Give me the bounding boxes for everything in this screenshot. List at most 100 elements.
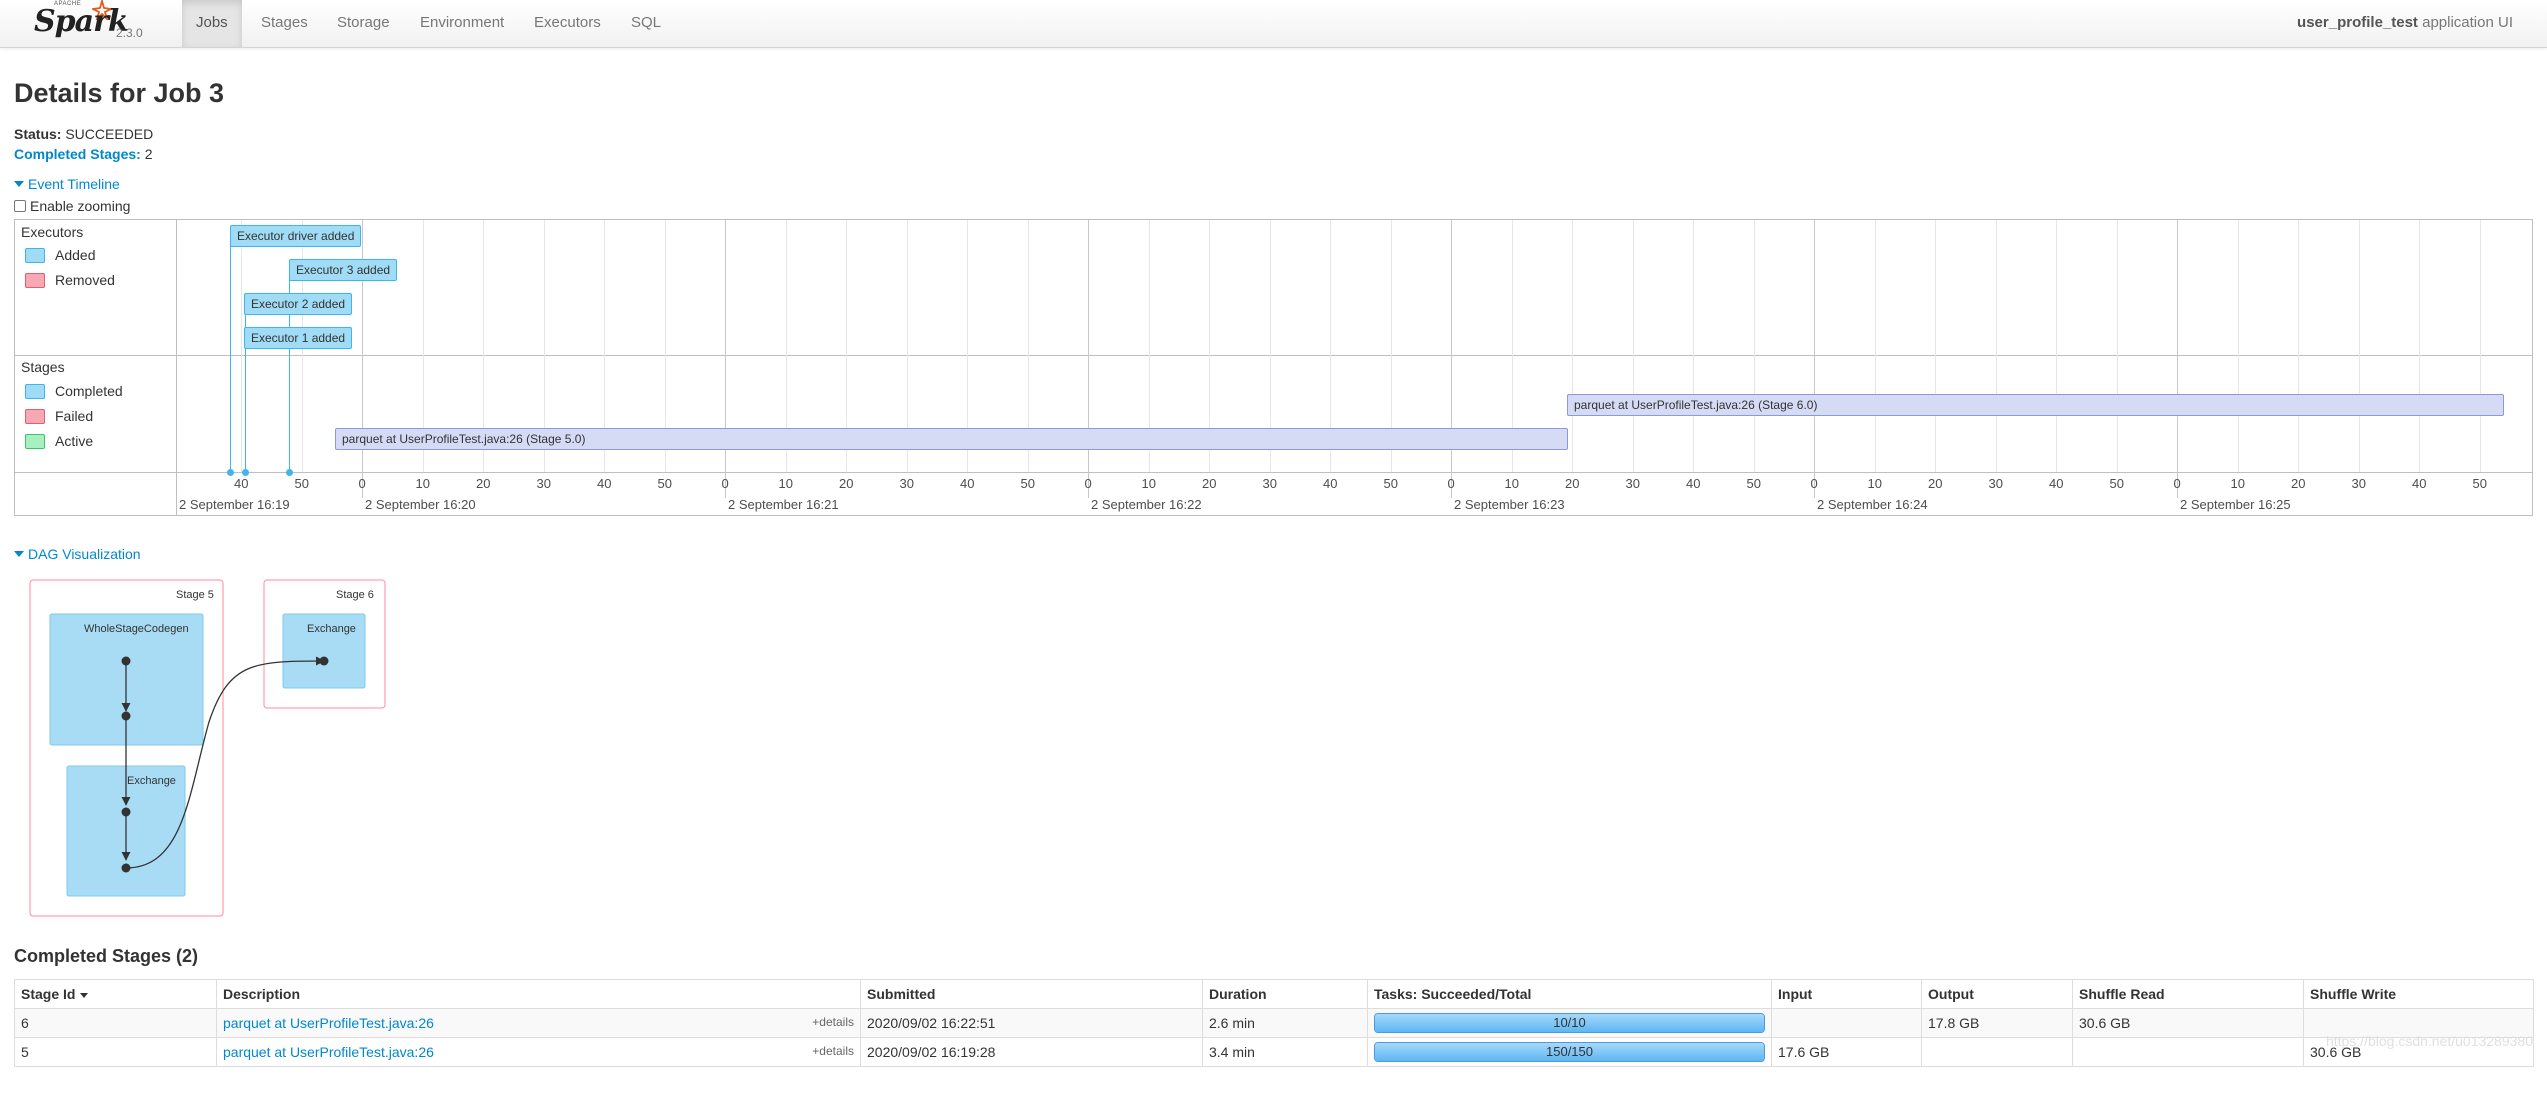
legend-label-active: Active <box>55 433 94 449</box>
page-title: Details for Job 3 <box>14 78 225 108</box>
input-cell: 17.6 GB <box>1771 1037 1922 1067</box>
spark-version: 2.3.0 <box>116 26 143 40</box>
tab-sql[interactable]: SQL <box>617 0 675 47</box>
tab-environment[interactable]: Environment <box>406 0 518 47</box>
timeline-minute-label: 2 September 16:19 <box>179 497 290 512</box>
dag-rdd-dot[interactable] <box>121 807 131 817</box>
executor-2-added-event[interactable]: Executor 2 added <box>244 293 353 315</box>
column-header-tasks[interactable]: Tasks: Succeeded/Total <box>1367 979 1772 1009</box>
timeline-second-label: 10 <box>415 476 430 491</box>
legend-swatch-failed <box>25 408 45 424</box>
timeline-second-label: 20 <box>1565 476 1580 491</box>
legend-swatch-removed <box>25 272 45 288</box>
timeline-second-label: 40 <box>2412 476 2427 491</box>
timeline-second-label: 20 <box>1928 476 1943 491</box>
timeline-second-label: 10 <box>2230 476 2245 491</box>
timeline-second-label: 50 <box>1746 476 1761 491</box>
tab-stages[interactable]: Stages <box>247 0 322 47</box>
executor-driver-added-event[interactable]: Executor driver added <box>230 225 362 247</box>
tab-storage[interactable]: Storage <box>323 0 404 47</box>
timeline-second-label: 0 <box>2173 476 2181 491</box>
executor-1-added-event[interactable]: Executor 1 added <box>244 327 353 349</box>
column-header-shuffle-write[interactable]: Shuffle Write <box>2303 979 2534 1009</box>
legend-stage-failed: Failed <box>25 408 93 425</box>
column-header-output[interactable]: Output <box>1921 979 2073 1009</box>
timeline-minute-label: 2 September 16:21 <box>728 497 839 512</box>
submitted-cell: 2020/09/02 16:22:51 <box>860 1008 1203 1038</box>
dag-rdd-dot[interactable] <box>121 711 131 721</box>
timeline-major-gridline <box>1451 220 1452 498</box>
timeline-minor-gridline <box>2358 220 2360 472</box>
column-header-submitted[interactable]: Submitted <box>860 979 1203 1009</box>
dag-rdd-dot[interactable] <box>121 656 131 666</box>
timeline-second-label: 30 <box>1625 476 1640 491</box>
tab-jobs[interactable]: Jobs <box>182 0 242 47</box>
timeline-minute-label: 2 September 16:23 <box>1454 497 1565 512</box>
timeline-second-label: 40 <box>1323 476 1338 491</box>
timeline-second-label: 0 <box>1084 476 1092 491</box>
event-dot <box>242 469 249 476</box>
legend-label-completed: Completed <box>55 383 123 399</box>
event-dot <box>286 469 293 476</box>
column-header-input[interactable]: Input <box>1771 979 1922 1009</box>
timeline-minute-label: 2 September 16:25 <box>2180 497 2291 512</box>
submitted-cell: 2020/09/02 16:19:28 <box>860 1037 1203 1067</box>
dag-rdd-dot[interactable] <box>319 656 329 666</box>
timeline-second-label: 10 <box>1504 476 1519 491</box>
timeline-minute-label: 2 September 16:24 <box>1817 497 1928 512</box>
exchange-stage-6-label: Exchange <box>307 623 356 635</box>
details-toggle[interactable]: +details <box>812 1015 854 1029</box>
column-header-duration[interactable]: Duration <box>1202 979 1368 1009</box>
event-timeline-toggle[interactable]: Event Timeline <box>14 176 120 192</box>
stage-id-cell: 6 <box>14 1008 217 1038</box>
stage-6-bar[interactable]: parquet at UserProfileTest.java:26 (Stag… <box>1567 394 2504 416</box>
timeline-second-label: 0 <box>358 476 366 491</box>
tasks-progress-bar: 10/10 <box>1374 1013 1765 1033</box>
caret-down-icon <box>14 181 24 188</box>
timeline-second-label: 40 <box>597 476 612 491</box>
dag-visualization: Stage 5 Stage 6 WholeStageCodegen Exchan… <box>14 572 414 922</box>
timeline-minor-gridline <box>1995 220 1997 472</box>
stage-description-link[interactable]: parquet at UserProfileTest.java:26 <box>223 1015 434 1031</box>
timeline-minor-gridline <box>1632 220 1634 472</box>
timeline-minor-gridline <box>1935 220 1936 472</box>
stage-5-bar[interactable]: parquet at UserProfileTest.java:26 (Stag… <box>335 428 1568 450</box>
dag-visualization-toggle[interactable]: DAG Visualization <box>14 546 141 562</box>
details-toggle[interactable]: +details <box>812 1044 854 1058</box>
job-status: Status: SUCCEEDED <box>14 126 153 142</box>
completed-stages-summary: Completed Stages: 2 <box>14 146 153 162</box>
checkbox-icon[interactable] <box>14 200 26 213</box>
output-cell <box>1921 1037 2073 1067</box>
tasks-cell: 150/150 <box>1367 1037 1772 1067</box>
legend-swatch-completed <box>25 383 45 399</box>
timeline-minor-gridline <box>2298 220 2299 472</box>
timeline-minor-gridline <box>241 220 242 472</box>
timeline-second-label: 20 <box>839 476 854 491</box>
duration-cell: 2.6 min <box>1202 1008 1368 1038</box>
legend-executor-added: Added <box>25 247 95 264</box>
event-timeline[interactable]: 2 September 16:19 2 September 16:20 2 Sept… <box>14 219 2533 516</box>
timeline-minor-gridline <box>2237 220 2239 472</box>
completed-stages-link[interactable]: Completed Stages: <box>14 146 141 162</box>
status-label: Status: <box>14 126 62 142</box>
timeline-second-label: 10 <box>1141 476 1156 491</box>
timeline-minor-gridline <box>1693 220 1694 472</box>
dag-rdd-dot[interactable] <box>121 863 131 873</box>
timeline-second-label: 0 <box>1810 476 1818 491</box>
executor-3-added-event[interactable]: Executor 3 added <box>289 259 398 281</box>
column-header-stage-id[interactable]: Stage Id <box>14 979 217 1009</box>
column-header-description[interactable]: Description <box>216 979 861 1009</box>
application-title: user_profile_test application UI <box>2297 0 2513 46</box>
column-header-shuffle-read[interactable]: Shuffle Read <box>2072 979 2304 1009</box>
app-suffix: application UI <box>2422 14 2513 31</box>
timeline-second-label: 20 <box>2291 476 2306 491</box>
timeline-second-label: 0 <box>1447 476 1455 491</box>
tab-executors[interactable]: Executors <box>520 0 615 47</box>
shuffle-read-cell <box>2072 1037 2304 1067</box>
input-cell <box>1771 1008 1922 1038</box>
stage-description-link[interactable]: parquet at UserProfileTest.java:26 <box>223 1044 434 1060</box>
duration-cell: 3.4 min <box>1202 1037 1368 1067</box>
legend-label-failed: Failed <box>55 408 94 424</box>
timeline-second-label: 20 <box>1202 476 1217 491</box>
enable-zooming-checkbox[interactable]: Enable zooming <box>14 198 130 214</box>
